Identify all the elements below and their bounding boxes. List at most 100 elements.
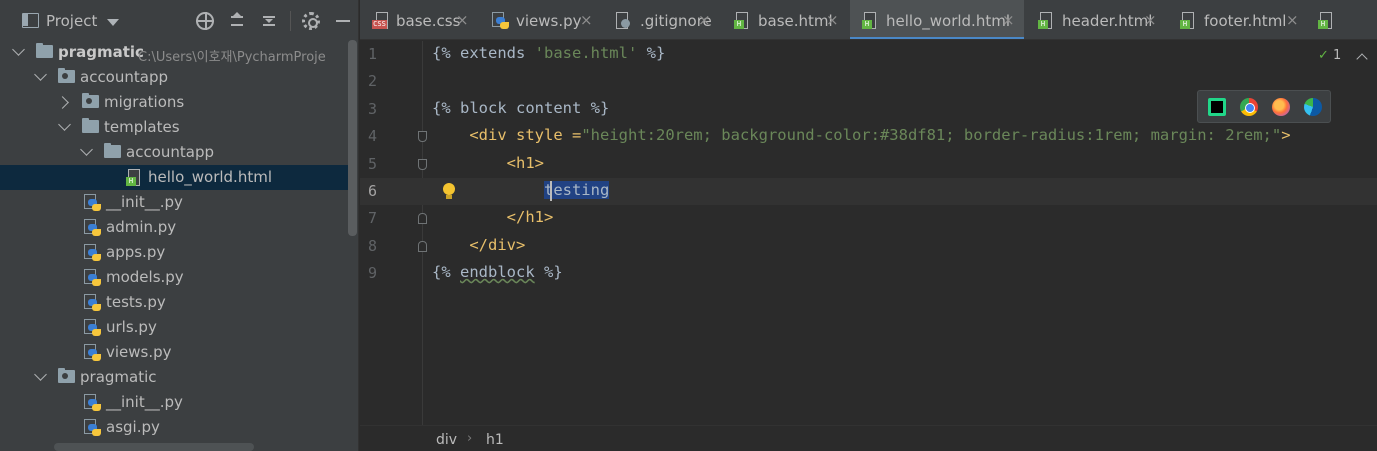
tree-item[interactable]: accountapp xyxy=(0,140,350,165)
fold-marker-icon[interactable] xyxy=(418,240,427,252)
project-view-icon xyxy=(22,13,39,28)
tree-item[interactable]: urls.py xyxy=(0,315,350,340)
code-line[interactable]: 5 <h1> xyxy=(360,151,1377,178)
tree-item-label: accountapp xyxy=(80,68,168,86)
code-text: <div style ="height:20rem; background-co… xyxy=(469,126,1291,145)
tree-item[interactable]: models.py xyxy=(0,265,350,290)
toolbar-divider xyxy=(290,11,291,31)
project-panel-title[interactable]: Project xyxy=(46,12,97,30)
tree-item-label: apps.py xyxy=(106,243,166,261)
tree-item-label: pragmatic xyxy=(58,43,144,61)
tab-label: hello_world.html xyxy=(886,12,1010,30)
tree-item[interactable]: Hhello_world.html xyxy=(0,165,350,190)
tree-item-label: asgi.py xyxy=(106,418,160,436)
editor-tab-bar: CSS base.css × views.py × .gitignore × Hbase.ht… xyxy=(360,0,1377,40)
python-file-icon xyxy=(84,319,101,336)
chevron-down-icon[interactable] xyxy=(34,68,47,81)
folder-icon xyxy=(82,118,99,133)
tree-item-label: tests.py xyxy=(106,293,166,311)
fold-marker-icon[interactable] xyxy=(418,131,427,143)
chevron-down-icon[interactable] xyxy=(58,118,71,131)
html-file-icon[interactable]: H xyxy=(1318,12,1333,29)
line-number: 2 xyxy=(367,72,377,91)
line-number: 7 xyxy=(367,209,377,228)
chevron-right-icon[interactable] xyxy=(56,96,69,109)
fold-marker-icon[interactable] xyxy=(418,158,427,170)
project-panel-header: Project xyxy=(0,0,358,40)
hide-panel-icon[interactable] xyxy=(334,12,352,30)
expand-all-icon[interactable] xyxy=(228,12,246,30)
close-icon[interactable]: × xyxy=(698,11,711,29)
close-icon[interactable]: × xyxy=(1144,11,1157,29)
code-line[interactable]: 1 {% extends 'base.html' %} xyxy=(360,41,1377,68)
code-text: </h1> xyxy=(506,208,554,227)
project-tree-scrollbar[interactable] xyxy=(348,40,357,236)
code-line[interactable]: 4 <div style ="height:20rem; background-… xyxy=(360,123,1377,150)
tab-footer-html[interactable]: Hfooter.html × xyxy=(1168,0,1308,39)
tree-item[interactable]: __init__.py xyxy=(0,190,350,215)
tree-item-label: hello_world.html xyxy=(148,168,272,186)
python-file-icon xyxy=(492,12,509,29)
close-icon[interactable]: × xyxy=(1286,11,1299,29)
edge-icon[interactable] xyxy=(1304,98,1322,116)
tree-item-label: views.py xyxy=(106,343,172,361)
tab-views-py[interactable]: views.py × xyxy=(480,0,602,39)
tree-item[interactable]: accountapp xyxy=(0,65,350,90)
tab-base-css[interactable]: CSS base.css × xyxy=(360,0,478,39)
code-line[interactable]: 8 </div> xyxy=(360,233,1377,260)
code-line[interactable]: 6 testing xyxy=(360,178,1377,205)
python-file-icon xyxy=(84,394,101,411)
html-file-icon: H xyxy=(862,12,879,29)
close-icon[interactable]: × xyxy=(456,11,469,29)
chevron-down-icon[interactable] xyxy=(34,368,47,381)
firefox-icon[interactable] xyxy=(1272,98,1290,116)
package-folder-icon xyxy=(82,93,99,108)
tree-item[interactable]: admin.py xyxy=(0,215,350,240)
tree-item[interactable]: apps.py xyxy=(0,240,350,265)
line-number: 9 xyxy=(367,264,377,283)
close-icon[interactable]: × xyxy=(580,11,593,29)
tree-item[interactable]: pragmatic xyxy=(0,365,350,390)
pycharm-browser-icon[interactable] xyxy=(1208,98,1226,116)
locate-file-icon[interactable] xyxy=(196,12,214,30)
chevron-down-icon[interactable] xyxy=(12,43,25,56)
tab-hello-world-html[interactable]: Hhello_world.html × xyxy=(850,0,1024,39)
project-tree-horizontal-scrollbar[interactable] xyxy=(54,443,254,451)
tab-label: footer.html xyxy=(1204,12,1287,30)
tree-item[interactable]: __init__.py xyxy=(0,390,350,415)
code-line[interactable]: 9 {% endblock %} xyxy=(360,260,1377,287)
breadcrumb-item-div[interactable]: div xyxy=(436,432,457,448)
tree-item-path: C:\Users\이호재\PycharmProje xyxy=(138,50,326,65)
tree-item[interactable]: pragmatic C:\Users\이호재\PycharmProje xyxy=(0,40,350,65)
tab-base-html[interactable]: Hbase.html × xyxy=(722,0,848,39)
code-line[interactable]: 7 </h1> xyxy=(360,205,1377,232)
css-file-icon: CSS xyxy=(372,12,389,29)
collapse-all-icon[interactable] xyxy=(260,12,278,30)
tree-item[interactable]: templates xyxy=(0,115,350,140)
tree-item[interactable]: views.py xyxy=(0,340,350,365)
html-file-icon: H xyxy=(734,12,751,29)
tree-item[interactable]: tests.py xyxy=(0,290,350,315)
inspection-count: 1 xyxy=(1333,48,1342,63)
close-icon[interactable]: × xyxy=(826,11,839,29)
tree-item-label: templates xyxy=(104,118,180,136)
line-number: 5 xyxy=(367,154,377,173)
tab-header-html[interactable]: Hheader.html × xyxy=(1026,0,1166,39)
chrome-icon[interactable] xyxy=(1240,98,1258,116)
tab-gitignore[interactable]: .gitignore × xyxy=(604,0,720,39)
chevron-down-icon[interactable] xyxy=(80,143,93,156)
line-number: 6 xyxy=(367,182,377,200)
tree-item[interactable]: asgi.py xyxy=(0,415,350,440)
chevron-down-icon[interactable] xyxy=(107,19,119,26)
lightbulb-icon[interactable] xyxy=(442,183,456,201)
tree-item-label: accountapp xyxy=(126,143,214,161)
python-file-icon xyxy=(84,194,101,211)
inspection-widget[interactable]: ✓ 1 xyxy=(1318,48,1341,63)
tree-item-label: pragmatic xyxy=(80,368,157,386)
gear-icon[interactable] xyxy=(302,12,320,30)
line-number: 4 xyxy=(367,127,377,146)
fold-marker-icon[interactable] xyxy=(418,213,427,225)
close-icon[interactable]: × xyxy=(1002,11,1015,29)
breadcrumb-item-h1[interactable]: h1 xyxy=(486,432,504,448)
tree-item[interactable]: migrations xyxy=(0,90,350,115)
